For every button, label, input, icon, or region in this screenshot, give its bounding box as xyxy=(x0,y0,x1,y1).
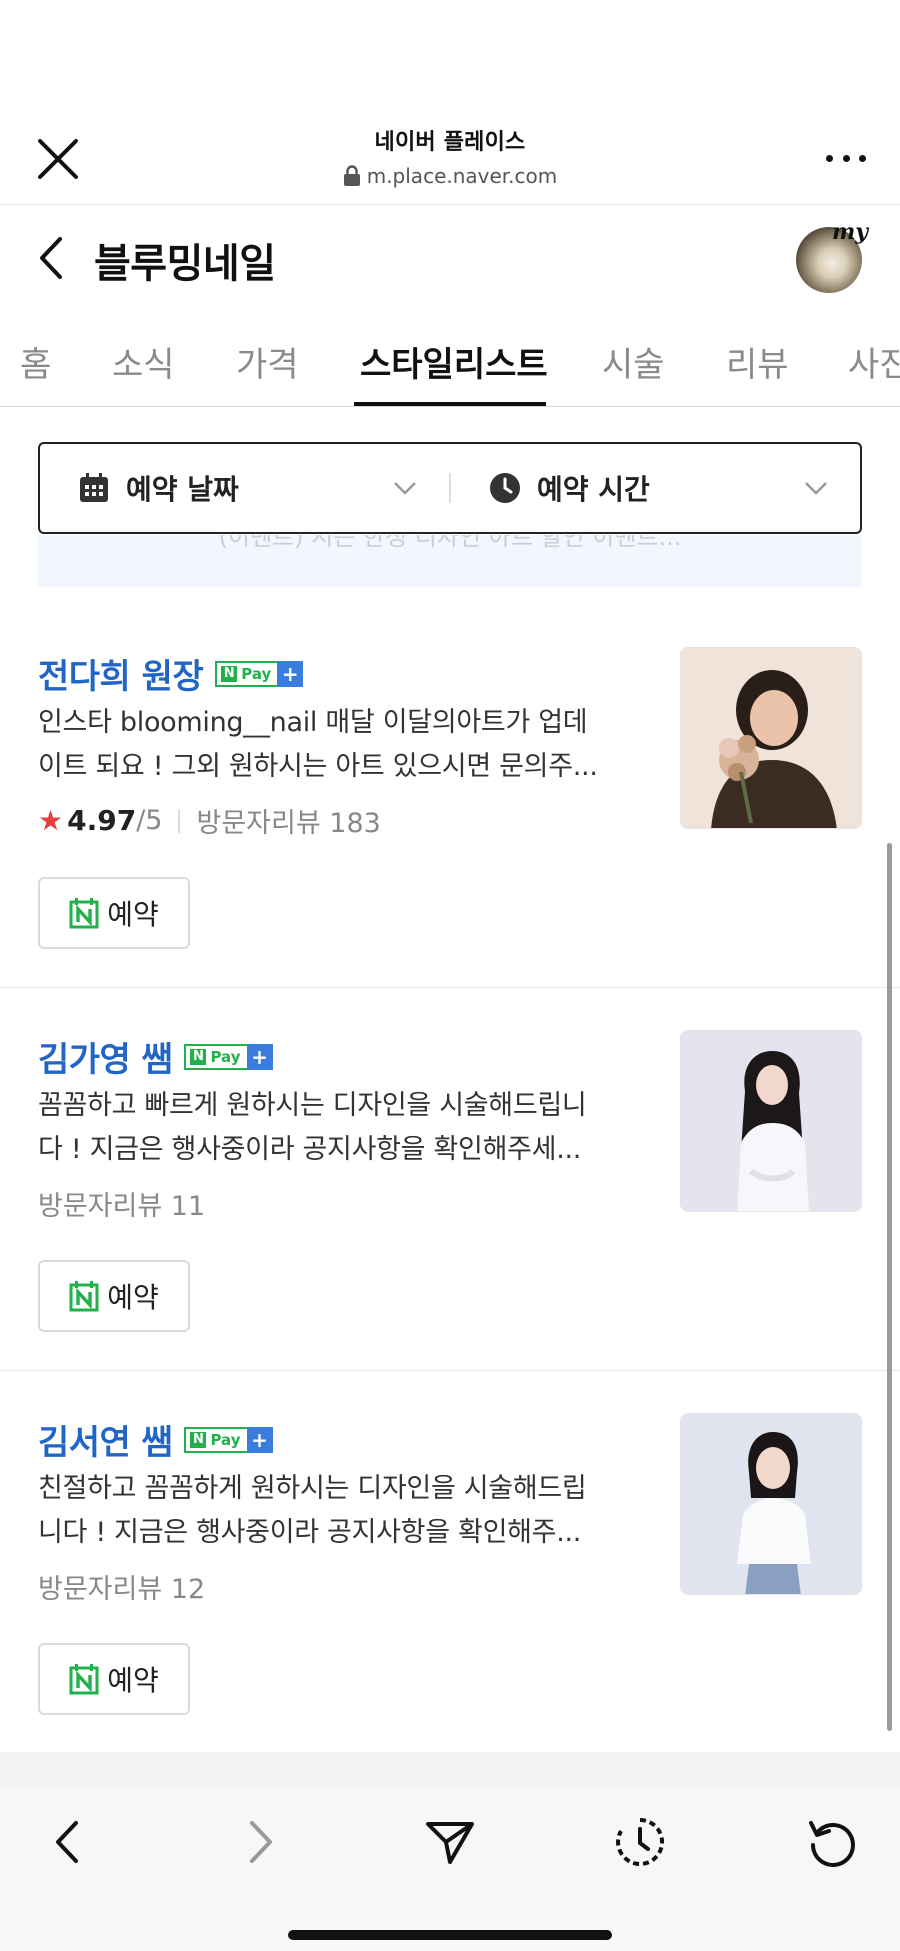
stylist-meta: 방문자리뷰 11 xyxy=(38,1184,205,1223)
stylist-photo[interactable] xyxy=(680,647,862,829)
history-clock-icon[interactable] xyxy=(610,1812,670,1872)
npay-plus-icon: + xyxy=(246,1426,273,1453)
home-indicator xyxy=(288,1930,612,1940)
meta-divider xyxy=(178,808,181,833)
calendar-icon xyxy=(80,473,108,502)
page-title: 블루밍네일 xyxy=(94,241,276,287)
stylist-card[interactable]: 전다희 원장 N Pay + 인스타 blooming__nail 매달 이달의아트… xyxy=(0,605,900,988)
site-url: m.place.naver.com xyxy=(343,164,558,188)
avatar-my-label: my xyxy=(832,219,869,245)
stylist-meta: 방문자리뷰 12 xyxy=(38,1567,205,1606)
reserve-label: 예약 xyxy=(107,1281,159,1314)
clock-icon xyxy=(490,473,520,503)
reserve-button[interactable]: 예약 xyxy=(38,877,190,949)
npay-label: Pay xyxy=(241,664,272,683)
scrollbar[interactable] xyxy=(887,843,892,1731)
npay-badge: N Pay + xyxy=(184,1043,273,1070)
tab-news[interactable]: 소식 xyxy=(112,337,175,386)
npay-badge: N Pay + xyxy=(215,660,304,687)
stylist-name[interactable]: 김가영 쌤 xyxy=(38,1032,173,1081)
browser-toolbar xyxy=(0,1788,900,1951)
rating-value: 4.97 xyxy=(67,804,137,837)
description-line: 니다 ! 지금은 행사중이라 공지사항을 확인해주... xyxy=(38,1517,582,1548)
star-icon: ★ xyxy=(38,804,64,837)
section-gap xyxy=(0,1752,900,1788)
stylist-card[interactable]: 김가영 쌤 N Pay + 꼼꼼하고 빠르게 원하시는 디자인을 시술해드립니 다 … xyxy=(0,988,900,1371)
naver-booking-icon xyxy=(69,1281,99,1312)
address-bar[interactable]: 네이버 플레이스 m.place.naver.com xyxy=(0,124,900,191)
tab-bar: 홈 소식 가격 스타일리스트 시술 리뷰 사진 xyxy=(0,315,900,407)
event-banner[interactable]: (이벤트) 시즌 한정 디자인 아트 할인 이벤트... xyxy=(38,535,862,587)
npay-label: Pay xyxy=(210,1047,241,1066)
lock-icon xyxy=(343,165,360,186)
reload-icon[interactable] xyxy=(802,1812,862,1872)
share-send-icon[interactable] xyxy=(420,1812,480,1872)
active-tab-indicator xyxy=(354,402,546,406)
npay-n-icon: N xyxy=(190,1048,207,1065)
naver-booking-icon xyxy=(69,1664,99,1695)
tab-treatment[interactable]: 시술 xyxy=(602,337,665,386)
npay-n-icon: N xyxy=(221,665,238,682)
page-header: 블루밍네일 my xyxy=(0,205,900,315)
naver-booking-icon xyxy=(69,898,99,929)
npay-n-icon: N xyxy=(190,1431,207,1448)
description-line: 인스타 blooming__nail 매달 이달의아트가 업데 xyxy=(38,707,588,738)
tab-price[interactable]: 가격 xyxy=(236,337,299,386)
npay-label: Pay xyxy=(210,1430,241,1449)
reserve-button[interactable]: 예약 xyxy=(38,1260,190,1332)
date-filter[interactable]: 예약 날짜 xyxy=(40,444,449,532)
npay-badge: N Pay + xyxy=(184,1426,273,1453)
description-line: 다 ! 지금은 행사중이라 공지사항을 확인해주세... xyxy=(38,1134,582,1165)
tab-home[interactable]: 홈 xyxy=(20,337,51,386)
more-icon[interactable] xyxy=(826,148,866,168)
stylist-photo[interactable] xyxy=(680,1413,862,1595)
rating-max: /5 xyxy=(136,805,163,836)
chevron-down-icon xyxy=(805,482,827,495)
stylist-meta: ★ 4.97 /5 방문자리뷰 183 xyxy=(38,801,381,840)
stylist-name[interactable]: 김서연 쌤 xyxy=(38,1415,173,1464)
tab-photo[interactable]: 사진 xyxy=(848,337,900,386)
time-filter[interactable]: 예약 시간 xyxy=(451,444,860,532)
description-line: 꼼꼼하고 빠르게 원하시는 디자인을 시술해드립니 xyxy=(38,1090,587,1121)
stylist-description: 친절하고 꼼꼼하게 원하시는 디자인을 시술해드립 니다 ! 지금은 행사중이라… xyxy=(38,1467,648,1555)
stylist-description: 꼼꼼하고 빠르게 원하시는 디자인을 시술해드립니 다 ! 지금은 행사중이라 … xyxy=(38,1084,648,1172)
review-count[interactable]: 방문자리뷰 183 xyxy=(196,801,380,840)
npay-plus-icon: + xyxy=(246,1043,273,1070)
url-text: m.place.naver.com xyxy=(366,164,558,188)
reservation-filter: 예약 날짜 예약 시간 xyxy=(38,442,862,534)
stylist-card[interactable]: 김서연 쌤 N Pay + 친절하고 꼼꼼하게 원하시는 디자인을 시술해드립 니다… xyxy=(0,1371,900,1754)
tab-review[interactable]: 리뷰 xyxy=(726,337,789,386)
forward-arrow-icon[interactable] xyxy=(230,1812,290,1872)
stylist-photo[interactable] xyxy=(680,1030,862,1212)
reserve-label: 예약 xyxy=(107,898,159,931)
review-count[interactable]: 방문자리뷰 11 xyxy=(38,1184,205,1223)
event-banner-text: (이벤트) 시즌 한정 디자인 아트 할인 이벤트... xyxy=(218,535,682,551)
description-line: 이트 되요 ! 그외 원하시는 아트 있으시면 문의주... xyxy=(38,751,598,782)
reserve-button[interactable]: 예약 xyxy=(38,1643,190,1715)
reserve-label: 예약 xyxy=(107,1664,159,1697)
back-icon[interactable] xyxy=(32,233,72,283)
chevron-down-icon xyxy=(394,482,416,495)
stylist-description: 인스타 blooming__nail 매달 이달의아트가 업데 이트 되요 ! … xyxy=(38,701,648,789)
time-filter-label: 예약 시간 xyxy=(537,473,650,506)
back-arrow-icon[interactable] xyxy=(38,1812,98,1872)
npay-plus-icon: + xyxy=(277,660,304,687)
browser-header: 네이버 플레이스 m.place.naver.com xyxy=(0,0,900,205)
description-line: 친절하고 꼼꼼하게 원하시는 디자인을 시술해드립 xyxy=(38,1473,587,1504)
tab-stylist[interactable]: 스타일리스트 xyxy=(360,337,548,386)
date-filter-label: 예약 날짜 xyxy=(126,473,239,506)
stylist-name[interactable]: 전다희 원장 xyxy=(38,649,204,698)
review-count[interactable]: 방문자리뷰 12 xyxy=(38,1567,205,1606)
site-title: 네이버 플레이스 xyxy=(374,130,526,155)
